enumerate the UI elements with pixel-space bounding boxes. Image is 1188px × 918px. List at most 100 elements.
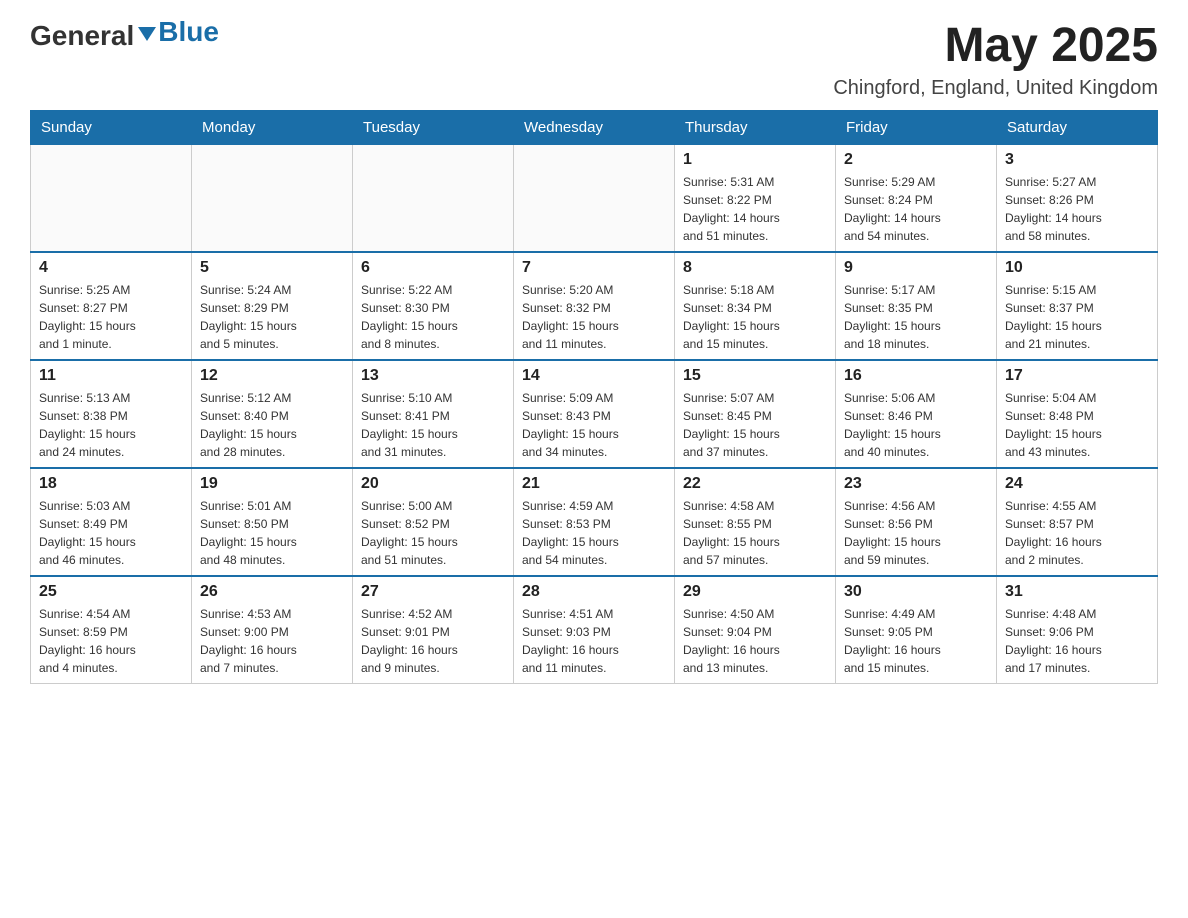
day-number: 15 xyxy=(683,367,827,385)
day-number: 2 xyxy=(844,151,988,169)
calendar-cell: 26 Sunrise: 4:53 AM Sunset: 9:00 PM Dayli… xyxy=(192,576,353,684)
day-info: Sunrise: 4:51 AM Sunset: 9:03 PM Dayligh… xyxy=(522,605,666,677)
day-number: 12 xyxy=(200,367,344,385)
day-number: 13 xyxy=(361,367,505,385)
calendar-cell: 3Sunrise: 5:27 AM Sunset: 8:26 PM Daylig… xyxy=(997,144,1158,252)
day-info: Sunrise: 5:04 AM Sunset: 8:48 PM Dayligh… xyxy=(1005,389,1149,461)
calendar-cell: 9 Sunrise: 5:17 AM Sunset: 8:35 PM Daylig… xyxy=(836,252,997,360)
calendar-cell: 19 Sunrise: 5:01 AM Sunset: 8:50 PM Dayli… xyxy=(192,468,353,576)
calendar-cell: 27 Sunrise: 4:52 AM Sunset: 9:01 PM Dayli… xyxy=(353,576,514,684)
day-number: 21 xyxy=(522,475,666,493)
calendar-cell: 14Sunrise: 5:09 AM Sunset: 8:43 PM Dayli… xyxy=(514,360,675,468)
calendar-cell: 15 Sunrise: 5:07 AM Sunset: 8:45 PM Dayli… xyxy=(675,360,836,468)
day-info: Sunrise: 5:07 AM Sunset: 8:45 PM Dayligh… xyxy=(683,389,827,461)
calendar-cell: 30 Sunrise: 4:49 AM Sunset: 9:05 PM Dayli… xyxy=(836,576,997,684)
day-info: Sunrise: 4:52 AM Sunset: 9:01 PM Dayligh… xyxy=(361,605,505,677)
calendar-cell: 16Sunrise: 5:06 AM Sunset: 8:46 PM Dayli… xyxy=(836,360,997,468)
calendar-cell xyxy=(514,144,675,252)
calendar-cell: 11 Sunrise: 5:13 AM Sunset: 8:38 PM Dayli… xyxy=(31,360,192,468)
day-number: 22 xyxy=(683,475,827,493)
day-info: Sunrise: 5:17 AM Sunset: 8:35 PM Dayligh… xyxy=(844,281,988,353)
day-number: 11 xyxy=(39,367,183,385)
day-number: 30 xyxy=(844,583,988,601)
day-number: 20 xyxy=(361,475,505,493)
day-number: 25 xyxy=(39,583,183,601)
day-number: 27 xyxy=(361,583,505,601)
day-number: 7 xyxy=(522,259,666,277)
column-header-wednesday: Wednesday xyxy=(514,110,675,144)
day-info: Sunrise: 4:50 AM Sunset: 9:04 PM Dayligh… xyxy=(683,605,827,677)
column-header-thursday: Thursday xyxy=(675,110,836,144)
calendar-week-4: 18 Sunrise: 5:03 AM Sunset: 8:49 PM Dayli… xyxy=(31,468,1158,576)
day-number: 16 xyxy=(844,367,988,385)
calendar-cell: 21 Sunrise: 4:59 AM Sunset: 8:53 PM Dayli… xyxy=(514,468,675,576)
column-header-tuesday: Tuesday xyxy=(353,110,514,144)
calendar-cell: 22 Sunrise: 4:58 AM Sunset: 8:55 PM Dayli… xyxy=(675,468,836,576)
calendar-cell: 10Sunrise: 5:15 AM Sunset: 8:37 PM Dayli… xyxy=(997,252,1158,360)
month-year-title: May 2025 xyxy=(833,20,1158,73)
day-info: Sunrise: 4:48 AM Sunset: 9:06 PM Dayligh… xyxy=(1005,605,1149,677)
day-number: 29 xyxy=(683,583,827,601)
day-info: Sunrise: 4:54 AM Sunset: 8:59 PM Dayligh… xyxy=(39,605,183,677)
day-number: 31 xyxy=(1005,583,1149,601)
day-info: Sunrise: 5:09 AM Sunset: 8:43 PM Dayligh… xyxy=(522,389,666,461)
day-info: Sunrise: 5:12 AM Sunset: 8:40 PM Dayligh… xyxy=(200,389,344,461)
day-number: 3 xyxy=(1005,151,1149,169)
page-header: General Blue May 2025 Chingford, England… xyxy=(30,20,1158,100)
day-info: Sunrise: 4:59 AM Sunset: 8:53 PM Dayligh… xyxy=(522,497,666,569)
calendar-cell: 2 Sunrise: 5:29 AM Sunset: 8:24 PM Daylig… xyxy=(836,144,997,252)
calendar-cell: 13 Sunrise: 5:10 AM Sunset: 8:41 PM Dayli… xyxy=(353,360,514,468)
location-subtitle: Chingford, England, United Kingdom xyxy=(833,77,1158,100)
day-number: 6 xyxy=(361,259,505,277)
logo-blue: Blue xyxy=(158,16,219,48)
calendar-table: SundayMondayTuesdayWednesdayThursdayFrid… xyxy=(30,110,1158,684)
calendar-week-5: 25 Sunrise: 4:54 AM Sunset: 8:59 PM Dayli… xyxy=(31,576,1158,684)
calendar-cell: 5Sunrise: 5:24 AM Sunset: 8:29 PM Daylig… xyxy=(192,252,353,360)
column-header-friday: Friday xyxy=(836,110,997,144)
day-info: Sunrise: 5:01 AM Sunset: 8:50 PM Dayligh… xyxy=(200,497,344,569)
day-info: Sunrise: 5:13 AM Sunset: 8:38 PM Dayligh… xyxy=(39,389,183,461)
day-number: 18 xyxy=(39,475,183,493)
calendar-cell: 23Sunrise: 4:56 AM Sunset: 8:56 PM Dayli… xyxy=(836,468,997,576)
calendar-week-1: 1 Sunrise: 5:31 AM Sunset: 8:22 PM Daylig… xyxy=(31,144,1158,252)
day-info: Sunrise: 5:10 AM Sunset: 8:41 PM Dayligh… xyxy=(361,389,505,461)
day-number: 8 xyxy=(683,259,827,277)
day-info: Sunrise: 5:24 AM Sunset: 8:29 PM Dayligh… xyxy=(200,281,344,353)
logo-general: General xyxy=(30,20,134,52)
calendar-cell: 28 Sunrise: 4:51 AM Sunset: 9:03 PM Dayli… xyxy=(514,576,675,684)
calendar-cell xyxy=(353,144,514,252)
calendar-cell: 25 Sunrise: 4:54 AM Sunset: 8:59 PM Dayli… xyxy=(31,576,192,684)
day-info: Sunrise: 5:31 AM Sunset: 8:22 PM Dayligh… xyxy=(683,173,827,245)
day-number: 19 xyxy=(200,475,344,493)
calendar-week-2: 4 Sunrise: 5:25 AM Sunset: 8:27 PM Daylig… xyxy=(31,252,1158,360)
column-header-monday: Monday xyxy=(192,110,353,144)
title-section: May 2025 Chingford, England, United King… xyxy=(833,20,1158,100)
day-info: Sunrise: 5:00 AM Sunset: 8:52 PM Dayligh… xyxy=(361,497,505,569)
day-number: 24 xyxy=(1005,475,1149,493)
day-number: 17 xyxy=(1005,367,1149,385)
day-number: 9 xyxy=(844,259,988,277)
calendar-cell: 4 Sunrise: 5:25 AM Sunset: 8:27 PM Daylig… xyxy=(31,252,192,360)
calendar-cell: 18 Sunrise: 5:03 AM Sunset: 8:49 PM Dayli… xyxy=(31,468,192,576)
calendar-header-row: SundayMondayTuesdayWednesdayThursdayFrid… xyxy=(31,110,1158,144)
day-info: Sunrise: 5:29 AM Sunset: 8:24 PM Dayligh… xyxy=(844,173,988,245)
day-info: Sunrise: 4:49 AM Sunset: 9:05 PM Dayligh… xyxy=(844,605,988,677)
calendar-cell: 31 Sunrise: 4:48 AM Sunset: 9:06 PM Dayli… xyxy=(997,576,1158,684)
column-header-saturday: Saturday xyxy=(997,110,1158,144)
day-info: Sunrise: 5:25 AM Sunset: 8:27 PM Dayligh… xyxy=(39,281,183,353)
calendar-cell: 7Sunrise: 5:20 AM Sunset: 8:32 PM Daylig… xyxy=(514,252,675,360)
day-number: 26 xyxy=(200,583,344,601)
day-number: 28 xyxy=(522,583,666,601)
day-info: Sunrise: 5:22 AM Sunset: 8:30 PM Dayligh… xyxy=(361,281,505,353)
calendar-cell: 17 Sunrise: 5:04 AM Sunset: 8:48 PM Dayli… xyxy=(997,360,1158,468)
day-info: Sunrise: 5:03 AM Sunset: 8:49 PM Dayligh… xyxy=(39,497,183,569)
calendar-cell: 12 Sunrise: 5:12 AM Sunset: 8:40 PM Dayli… xyxy=(192,360,353,468)
day-number: 4 xyxy=(39,259,183,277)
day-info: Sunrise: 4:56 AM Sunset: 8:56 PM Dayligh… xyxy=(844,497,988,569)
calendar-week-3: 11 Sunrise: 5:13 AM Sunset: 8:38 PM Dayli… xyxy=(31,360,1158,468)
day-info: Sunrise: 4:55 AM Sunset: 8:57 PM Dayligh… xyxy=(1005,497,1149,569)
day-info: Sunrise: 4:58 AM Sunset: 8:55 PM Dayligh… xyxy=(683,497,827,569)
day-number: 1 xyxy=(683,151,827,169)
calendar-cell: 8Sunrise: 5:18 AM Sunset: 8:34 PM Daylig… xyxy=(675,252,836,360)
day-info: Sunrise: 4:53 AM Sunset: 9:00 PM Dayligh… xyxy=(200,605,344,677)
